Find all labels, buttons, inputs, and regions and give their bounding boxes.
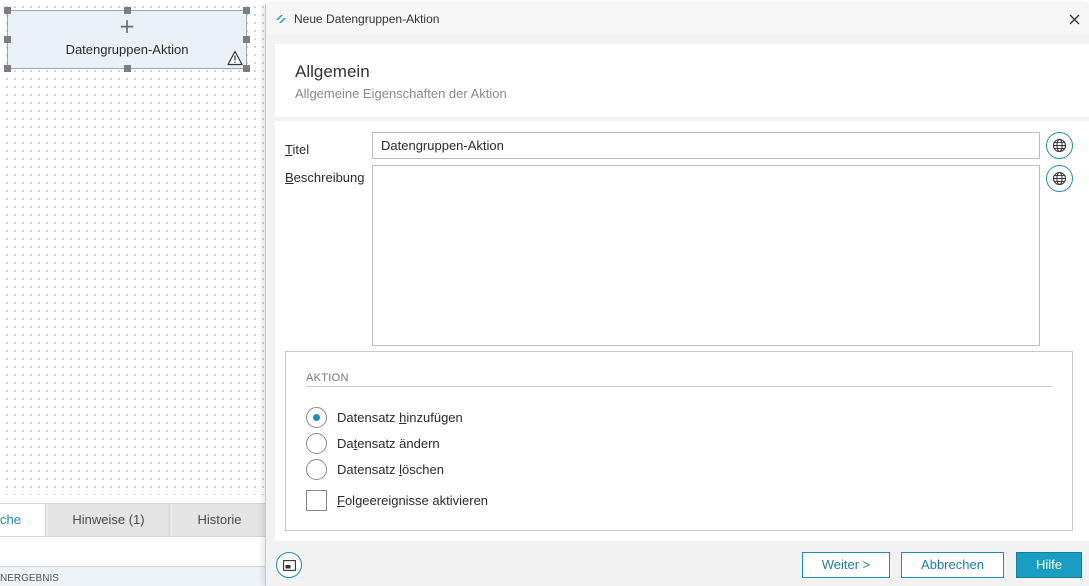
radio-change-record[interactable]: Datensatz ändern [306, 432, 440, 454]
resize-handle[interactable] [4, 7, 11, 14]
description-textarea[interactable] [372, 165, 1040, 346]
data-group-action-node[interactable]: + Datengruppen-Aktion [7, 10, 247, 69]
checkbox-label: Folgeereignisse aktivieren [337, 492, 489, 508]
resize-handle[interactable] [243, 36, 250, 43]
bottom-panel-content [0, 536, 266, 566]
title-input[interactable] [372, 132, 1040, 159]
help-button[interactable]: Hilfe [1016, 552, 1082, 578]
checkbox-enable-follow-events[interactable]: Folgeereignisse aktivieren [306, 489, 488, 511]
checkbox[interactable] [306, 489, 327, 511]
divider [306, 386, 1052, 387]
translate-title-button[interactable] [1046, 132, 1073, 159]
window-layout-icon [282, 559, 296, 571]
layout-toggle-button[interactable] [276, 552, 302, 578]
resize-handle[interactable] [243, 7, 250, 14]
radio-label: Datensatz ändern [337, 435, 440, 451]
node-label: Datengruppen-Aktion [65, 42, 189, 57]
globe-icon [1052, 138, 1067, 153]
resize-handle[interactable] [4, 36, 11, 43]
radio-button[interactable] [306, 432, 327, 454]
radio-delete-record[interactable]: Datensatz löschen [306, 458, 444, 480]
app-logo-icon [276, 15, 286, 23]
title-label: Titel [285, 142, 310, 157]
radio-label: Datensatz hinzufügen [337, 409, 463, 425]
tab-search[interactable]: che [0, 504, 46, 537]
section-title: Allgemein [295, 62, 370, 81]
globe-icon [1052, 171, 1067, 186]
bottom-tab-bar: che Hinweise (1) Historie [0, 503, 268, 537]
resize-handle[interactable] [124, 65, 131, 72]
resize-handle[interactable] [4, 65, 11, 72]
radio-button[interactable] [306, 458, 327, 480]
description-label: Beschreibung [285, 170, 365, 185]
result-panel-header: NERGEBNIS [0, 566, 266, 586]
tab-hinweise[interactable]: Hinweise (1) [48, 504, 170, 537]
dialog-titlebar[interactable]: Neue Datengruppen-Aktion [266, 4, 1089, 35]
close-icon[interactable] [1066, 11, 1083, 28]
resize-handle[interactable] [243, 65, 250, 72]
resize-handle[interactable] [124, 7, 131, 14]
translate-description-button[interactable] [1046, 165, 1073, 192]
action-group: AKTION Datensatz hinzufügen Datensatz än… [285, 351, 1073, 531]
section-subtitle: Allgemeine Eigenschaften der Aktion [295, 86, 507, 101]
radio-label: Datensatz löschen [337, 461, 444, 477]
action-group-title: AKTION [306, 372, 349, 384]
result-header-label: NERGEBNIS [0, 573, 59, 584]
cancel-button[interactable]: Abbrechen [901, 552, 1004, 578]
dialog-header: Allgemein Allgemeine Eigenschaften der A… [275, 44, 1089, 117]
dialog-title: Neue Datengruppen-Aktion [294, 12, 440, 26]
flow-canvas[interactable]: + Datengruppen-Aktion [0, 0, 266, 495]
next-button[interactable]: Weiter > [802, 552, 890, 578]
add-icon[interactable]: + [8, 15, 246, 37]
dialog-content: Titel Beschreibung AKTION [275, 121, 1089, 541]
warning-icon [227, 50, 243, 66]
radio-button[interactable] [306, 406, 327, 428]
tab-historie[interactable]: Historie [172, 504, 268, 537]
radio-add-record[interactable]: Datensatz hinzufügen [306, 406, 463, 428]
new-data-group-action-dialog: Neue Datengruppen-Aktion Allgemein Allge… [265, 4, 1089, 586]
